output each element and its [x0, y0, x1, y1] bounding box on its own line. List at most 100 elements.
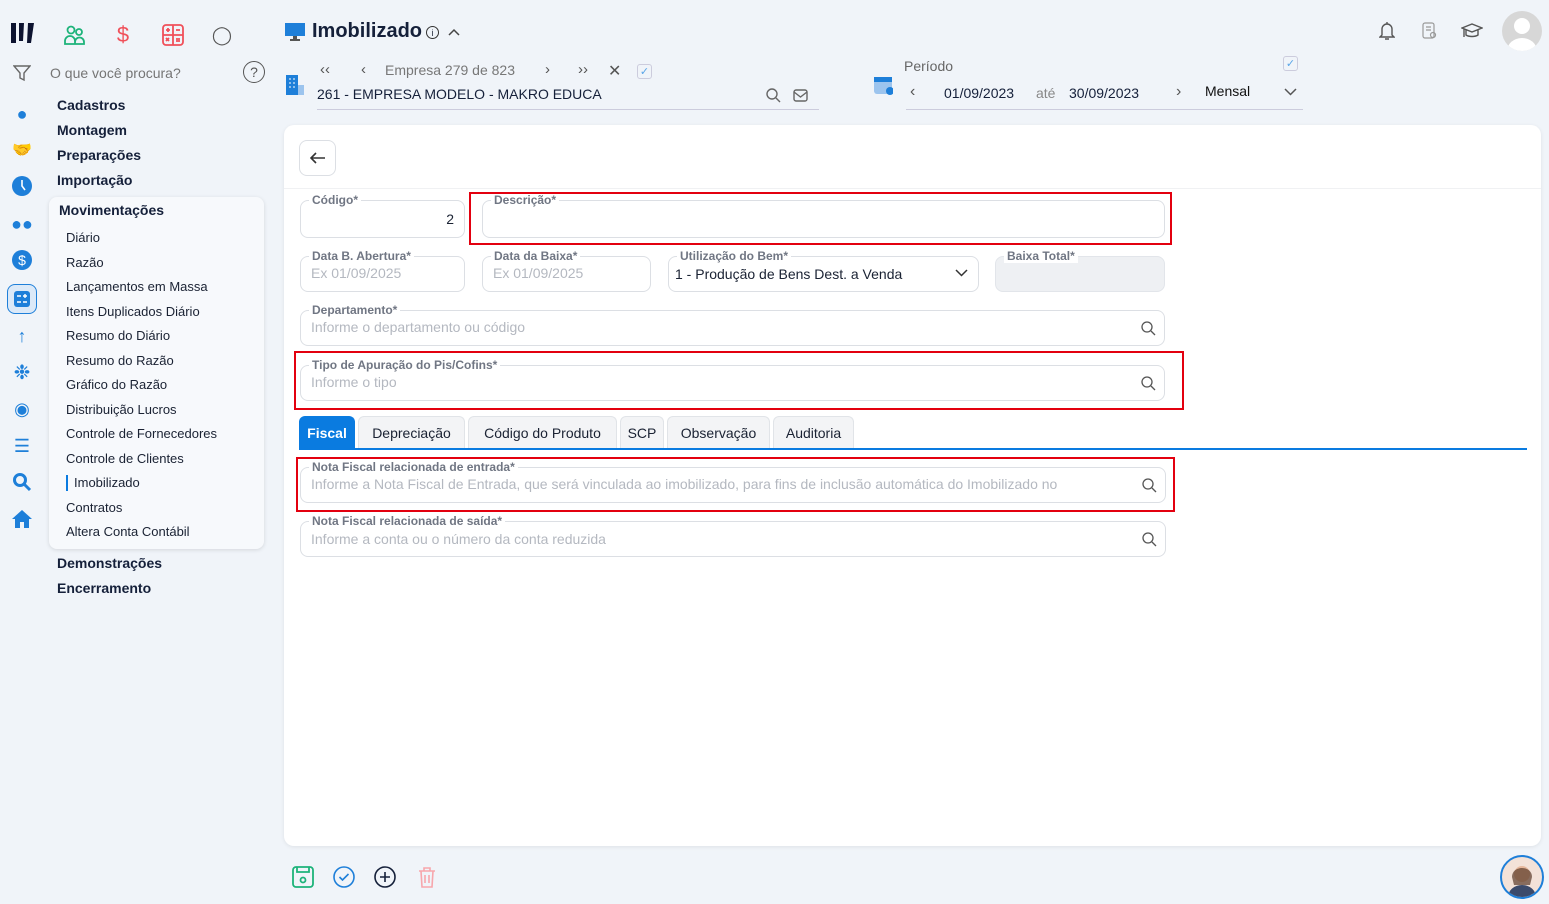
- page-title: Imobilizado: [312, 20, 422, 42]
- period-type-select[interactable]: Mensal: [1205, 83, 1250, 99]
- codigo-field[interactable]: Código* 2: [300, 193, 465, 238]
- dollar-icon[interactable]: $: [10, 248, 34, 272]
- menu-preparacoes[interactable]: Preparações: [57, 147, 141, 163]
- help-icon[interactable]: ?: [243, 61, 265, 83]
- search-icon[interactable]: [764, 86, 782, 104]
- submenu-item[interactable]: Altera Conta Contábil: [66, 524, 190, 539]
- menu-importacao[interactable]: Importação: [57, 172, 132, 188]
- submenu-item[interactable]: Controle de Clientes: [66, 451, 184, 466]
- data-abertura-label: Data B. Abertura*: [309, 249, 414, 263]
- finance-module-icon[interactable]: $: [108, 20, 138, 50]
- submenu-item[interactable]: Gráfico do Razão: [66, 377, 167, 392]
- assistant-avatar[interactable]: [1500, 855, 1544, 899]
- nf-saida-label: Nota Fiscal relacionada de saída*: [309, 514, 506, 528]
- submenu-item[interactable]: Razão: [66, 255, 104, 270]
- cadastros-icon[interactable]: ●: [10, 102, 34, 126]
- submenu-movimentacoes: Movimentações Diário Razão Lançamentos e…: [49, 197, 264, 549]
- card-divider: [284, 188, 1541, 189]
- submenu-item[interactable]: Lançamentos em Massa: [66, 279, 208, 294]
- date-to[interactable]: 30/09/2023: [1069, 85, 1139, 101]
- graduation-cap-icon[interactable]: [1460, 20, 1484, 42]
- tipo-apuracao-highlight: [294, 351, 1184, 410]
- menu-montagem[interactable]: Montagem: [57, 122, 127, 138]
- calculator-module-icon[interactable]: [158, 20, 188, 50]
- tab-auditoria[interactable]: Auditoria: [773, 416, 854, 449]
- save-button[interactable]: [291, 865, 315, 889]
- last-company-button[interactable]: ››: [578, 61, 588, 78]
- back-button[interactable]: [299, 140, 336, 176]
- handshake-icon[interactable]: 🤝: [10, 138, 34, 162]
- nf-saida-field[interactable]: Nota Fiscal relacionada de saída* Informe…: [300, 514, 1166, 557]
- report-search-icon[interactable]: [1420, 20, 1440, 42]
- menu-demonstracoes[interactable]: Demonstrações: [57, 555, 162, 571]
- utilizacao-select[interactable]: Utilização do Bem* 1 - Produção de Bens D…: [668, 249, 979, 292]
- active-indicator: [66, 475, 68, 491]
- delete-button[interactable]: [415, 865, 439, 889]
- arrow-up-icon[interactable]: ↑: [10, 324, 34, 348]
- calendar-icon: [872, 72, 894, 96]
- bell-icon[interactable]: [1377, 20, 1397, 42]
- company-counter: Empresa 279 de 823: [385, 62, 515, 78]
- avatar[interactable]: [1502, 11, 1542, 51]
- people-module-icon[interactable]: [60, 20, 90, 50]
- data-abertura-field[interactable]: Data B. Abertura* Ex 01/09/2025: [300, 249, 465, 292]
- next-company-button[interactable]: ›: [545, 61, 550, 78]
- submenu-item[interactable]: Itens Duplicados Diário: [66, 304, 200, 319]
- submenu-item[interactable]: Resumo do Diário: [66, 328, 170, 343]
- add-button[interactable]: [373, 865, 397, 889]
- departamento-field[interactable]: Departamento* Informe o departamento ou c…: [300, 303, 1165, 346]
- tab-observacao[interactable]: Observação: [667, 416, 770, 449]
- search-module-icon[interactable]: [10, 470, 34, 494]
- prev-period-button[interactable]: ‹: [910, 83, 915, 101]
- menu-movimentacoes[interactable]: Movimentações: [59, 202, 164, 218]
- departamento-label: Departamento*: [309, 303, 401, 317]
- tab-fiscal[interactable]: Fiscal: [299, 416, 355, 449]
- submenu-item[interactable]: Resumo do Razão: [66, 353, 174, 368]
- users-icon[interactable]: ●●: [10, 212, 34, 236]
- accounting-icon[interactable]: [7, 284, 37, 314]
- chevron-up-icon[interactable]: [446, 24, 462, 40]
- gear-network-icon[interactable]: ❉: [10, 360, 34, 384]
- tab-codigo-produto[interactable]: Código do Produto: [468, 416, 617, 449]
- clock-icon[interactable]: [10, 174, 34, 198]
- first-company-button[interactable]: ‹‹: [320, 61, 330, 78]
- submenu-item[interactable]: Distribuição Lucros: [66, 402, 177, 417]
- mail-icon[interactable]: [791, 86, 809, 104]
- search-icon[interactable]: [1142, 532, 1157, 552]
- submenu-item[interactable]: Controle de Fornecedores: [66, 426, 217, 441]
- submenu-item[interactable]: Contratos: [66, 500, 122, 515]
- data-baixa-field[interactable]: Data da Baixa* Ex 01/09/2025: [482, 249, 651, 292]
- period-checkbox[interactable]: ✓: [1283, 56, 1298, 71]
- baixa-total-field[interactable]: Baixa Total*: [995, 249, 1165, 292]
- filter-icon[interactable]: [10, 62, 34, 84]
- utilizacao-label: Utilização do Bem*: [677, 249, 792, 263]
- period-label: Período: [904, 58, 954, 74]
- search-input[interactable]: [50, 62, 230, 84]
- submenu-item[interactable]: Diário: [66, 230, 100, 245]
- search-icon[interactable]: [1141, 321, 1156, 341]
- close-icon[interactable]: ✕: [608, 61, 621, 81]
- menu-encerramento[interactable]: Encerramento: [57, 580, 151, 596]
- nf-saida-placeholder: Informe a conta ou o número da conta red…: [311, 531, 606, 547]
- date-from[interactable]: 01/09/2023: [944, 85, 1014, 101]
- logo: [8, 20, 38, 46]
- menu-cadastros[interactable]: Cadastros: [57, 97, 125, 113]
- company-checkbox[interactable]: ✓: [637, 64, 652, 79]
- home-icon[interactable]: [10, 507, 34, 531]
- departamento-placeholder: Informe o departamento ou código: [311, 319, 526, 335]
- bag-icon[interactable]: ◉: [10, 397, 34, 421]
- submenu-item-active[interactable]: Imobilizado: [74, 475, 140, 490]
- codigo-label: Código*: [309, 193, 361, 207]
- info-icon[interactable]: i: [426, 26, 439, 39]
- layers-icon[interactable]: ☰: [10, 434, 34, 458]
- tab-depreciacao[interactable]: Depreciação: [358, 416, 465, 449]
- tab-scp[interactable]: SCP: [620, 416, 664, 449]
- date-separator: até: [1036, 85, 1056, 101]
- money-bag-module-icon[interactable]: ◯: [207, 20, 237, 50]
- prev-company-button[interactable]: ‹: [361, 61, 366, 78]
- company-underline: [317, 109, 819, 110]
- building-icon: [284, 72, 306, 96]
- confirm-button[interactable]: [332, 865, 356, 889]
- next-period-button[interactable]: ›: [1176, 83, 1181, 101]
- chevron-down-icon[interactable]: [1282, 84, 1298, 100]
